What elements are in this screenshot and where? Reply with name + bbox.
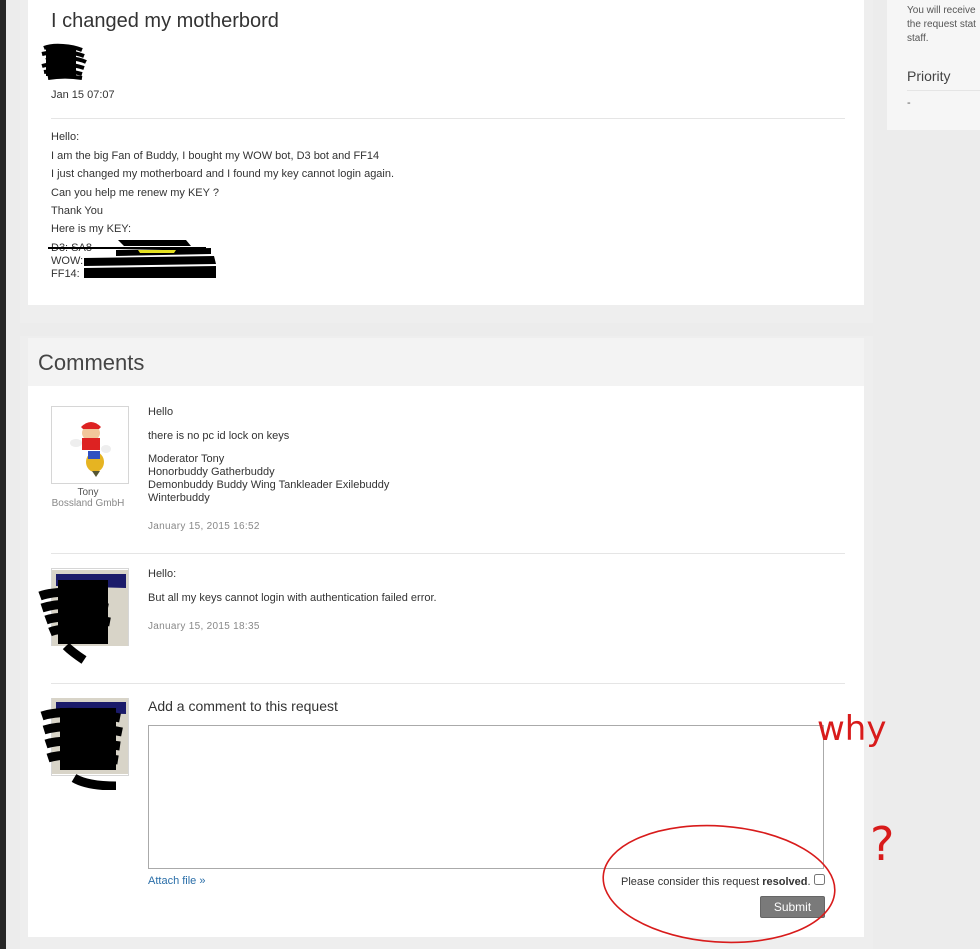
comments-header: [28, 338, 864, 386]
comment-divider: [51, 683, 845, 684]
attach-file-link[interactable]: Attach file »: [148, 875, 205, 887]
comment-date: January 15, 2015 18:35: [148, 621, 260, 632]
request-body-line: Here is my KEY:: [51, 223, 132, 235]
sidebar-note-line: the request stat: [907, 19, 976, 30]
request-body-line: I just changed my motherboard and I foun…: [51, 168, 395, 180]
author-name: Tony: [77, 487, 99, 498]
request-divider: [51, 118, 845, 119]
comment-signature-line: Winterbuddy: [148, 492, 210, 504]
comment-text: But all my keys cannot login with authen…: [148, 592, 437, 604]
redacted-keys: [48, 240, 216, 278]
sidebar-divider: [907, 90, 980, 91]
comment-greeting: Hello:: [148, 568, 177, 580]
comment-author: Tony Bossland GmbH: [38, 487, 138, 509]
resolve-label: Please consider this request resolved.: [621, 876, 811, 888]
priority-label: Priority: [907, 68, 951, 84]
comment-greeting: Hello: [148, 406, 174, 418]
comment-divider: [51, 553, 845, 554]
resolve-checkbox[interactable]: [814, 874, 825, 885]
comments-heading: Comments: [38, 350, 145, 375]
redacted-requester-avatar: [41, 43, 87, 80]
annotation-mark: ?: [870, 817, 894, 871]
comment-textarea[interactable]: [148, 725, 824, 869]
comment-date: January 15, 2015 16:52: [148, 521, 260, 532]
author-organization: Bossland GmbH: [51, 498, 125, 509]
avatar: [51, 406, 129, 484]
request-body-line: I am the big Fan of Buddy, I bought my W…: [51, 150, 380, 162]
sidebar-note: You will receive the request stat staff.: [907, 4, 976, 46]
request-body-line: Thank You: [51, 205, 103, 217]
redacted-user-avatar: [40, 698, 128, 790]
request-body-line: Can you help me renew my KEY ?: [51, 187, 219, 199]
request-title: I changed my motherbord: [51, 10, 279, 32]
resolve-label-bold: resolved: [762, 876, 808, 888]
window-edge: [0, 0, 6, 949]
add-comment-label: Add a comment to this request: [148, 698, 338, 714]
comment-signature-line: Demonbuddy Buddy Wing Tankleader Exilebu…: [148, 479, 390, 491]
request-date: Jan 15 07:07: [51, 89, 115, 101]
comment-signature-line: Moderator Tony: [148, 453, 225, 465]
priority-value: -: [907, 97, 911, 109]
resolve-label-prefix: Please consider this request: [621, 876, 763, 888]
comment-signature-line: Honorbuddy Gatherbuddy: [148, 466, 275, 478]
mario-avatar-icon: [70, 422, 111, 477]
comment-text: there is no pc id lock on keys: [148, 430, 290, 442]
request-body-line: Hello:: [51, 131, 80, 143]
sidebar-note-line: staff.: [907, 33, 929, 44]
redacted-user-avatar: [38, 570, 128, 664]
sidebar-note-line: You will receive: [907, 5, 976, 16]
resolve-label-suffix: .: [807, 876, 811, 888]
submit-button[interactable]: Submit: [760, 896, 825, 918]
